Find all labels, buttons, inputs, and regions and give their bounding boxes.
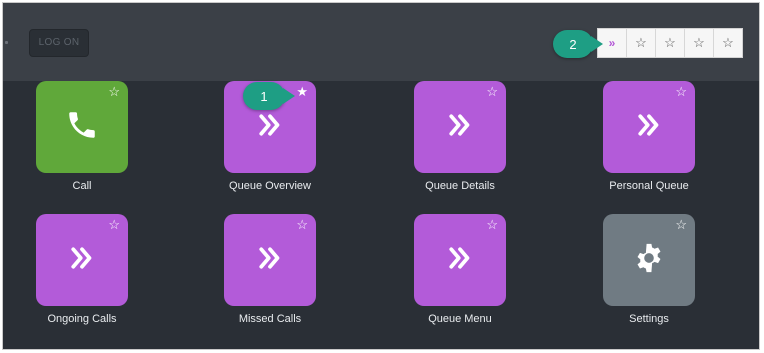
favorite-slot-empty[interactable]: ☆ xyxy=(685,29,714,57)
tile-label: Call xyxy=(72,180,92,192)
phone-icon xyxy=(65,108,99,147)
tile-label: Personal Queue xyxy=(609,180,689,192)
favorite-star-icon[interactable]: ☆ xyxy=(108,85,120,99)
tile-queue-details[interactable]: ☆ Queue Details xyxy=(375,81,545,192)
tile-call-button[interactable]: ☆ xyxy=(36,81,128,173)
callout-number: 1 xyxy=(260,88,268,104)
favorite-star-filled-icon[interactable]: ★ xyxy=(296,85,308,99)
favorite-star-icon[interactable]: ☆ xyxy=(675,85,687,99)
tile-label: Missed Calls xyxy=(238,313,302,325)
top-bar: LOG ON » ☆ ☆ ☆ ☆ xyxy=(3,3,759,81)
edge-marker xyxy=(5,41,8,44)
tile-ongoing-calls-button[interactable]: ☆ xyxy=(36,214,128,306)
tile-settings[interactable]: ☆ Settings xyxy=(564,214,734,325)
tile-queue-menu[interactable]: ☆ Queue Menu xyxy=(375,214,545,325)
callout-2: 2 xyxy=(553,30,603,58)
double-chevron-icon xyxy=(67,243,97,278)
tile-label: Settings xyxy=(629,313,669,325)
tile-missed-calls[interactable]: ☆ Missed Calls xyxy=(185,214,355,325)
log-on-button[interactable]: LOG ON xyxy=(29,29,89,57)
favorite-slot-empty[interactable]: ☆ xyxy=(714,29,742,57)
callout-number: 2 xyxy=(569,36,577,52)
tile-ongoing-calls[interactable]: ☆ Ongoing Calls xyxy=(3,214,167,325)
favorite-star-icon[interactable]: ☆ xyxy=(108,218,120,232)
gear-icon xyxy=(632,241,666,280)
favorite-slot-empty[interactable]: ☆ xyxy=(627,29,656,57)
app-frame: LOG ON » ☆ ☆ ☆ ☆ ☆ Call ★ Queue Overview xyxy=(2,2,760,350)
tile-label: Ongoing Calls xyxy=(47,313,117,325)
favorites-bar: » ☆ ☆ ☆ ☆ xyxy=(597,28,743,58)
favorite-slot-empty[interactable]: ☆ xyxy=(656,29,685,57)
tile-label: Queue Overview xyxy=(229,180,311,192)
tile-call[interactable]: ☆ Call xyxy=(3,81,167,192)
tile-queue-details-button[interactable]: ☆ xyxy=(414,81,506,173)
double-chevron-icon xyxy=(255,243,285,278)
favorite-star-icon[interactable]: ☆ xyxy=(296,218,308,232)
favorite-star-icon[interactable]: ☆ xyxy=(486,85,498,99)
double-chevron-icon xyxy=(255,110,285,145)
tile-personal-queue[interactable]: ☆ Personal Queue xyxy=(564,81,734,192)
favorite-star-icon[interactable]: ☆ xyxy=(675,218,687,232)
tile-label: Queue Menu xyxy=(428,313,492,325)
double-chevron-icon xyxy=(445,110,475,145)
double-chevron-icon xyxy=(445,243,475,278)
tile-queue-menu-button[interactable]: ☆ xyxy=(414,214,506,306)
callout-1: 1 xyxy=(243,82,295,110)
tile-missed-calls-button[interactable]: ☆ xyxy=(224,214,316,306)
tile-settings-button[interactable]: ☆ xyxy=(603,214,695,306)
double-chevron-icon xyxy=(634,110,664,145)
favorite-star-icon[interactable]: ☆ xyxy=(486,218,498,232)
tile-personal-queue-button[interactable]: ☆ xyxy=(603,81,695,173)
tile-label: Queue Details xyxy=(425,180,495,192)
